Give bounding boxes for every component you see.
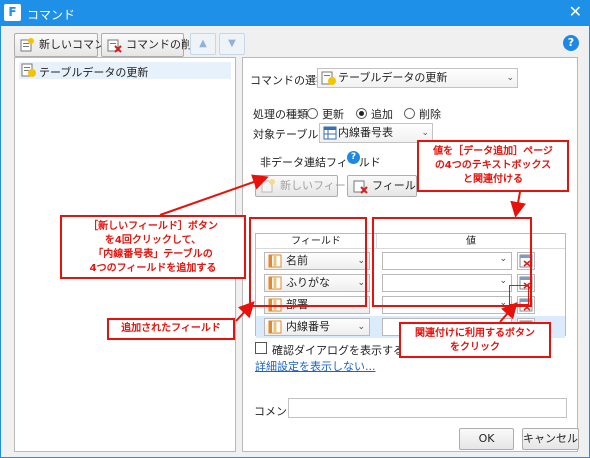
confirm-dialog-checkbox[interactable] — [255, 342, 267, 354]
cancel-button[interactable]: キャンセル — [522, 428, 579, 450]
non-data-field-label: 非データ連結フィールド — [260, 156, 381, 169]
chevron-down-icon: ⌄ — [357, 322, 365, 332]
delete-command-button[interactable]: コマンドの削除 — [101, 33, 203, 57]
radio-delete-label: 削除 — [419, 108, 441, 121]
new-command-button[interactable]: 新しいコマンド — [14, 33, 116, 57]
delete-field-button[interactable]: フィールドの削除 — [347, 175, 417, 197]
confirm-dialog-label: 確認ダイアログを表示する — [272, 344, 404, 357]
target-table-label: 対象テーブル： — [253, 128, 330, 141]
command-select-value: テーブルデータの更新 — [338, 71, 448, 84]
close-icon[interactable]: ✕ — [569, 3, 582, 21]
radio-update[interactable] — [307, 108, 318, 119]
callout-link-values: 値を［データ追加］ページ の4つのテキストボックス と関連付ける — [417, 140, 569, 192]
command-select-dropdown[interactable]: テーブルデータの更新 ⌄ — [317, 68, 518, 88]
window-title: コマンド — [27, 8, 76, 22]
table-update-icon — [321, 71, 336, 85]
down-arrow-icon: ▼ — [228, 38, 236, 49]
chevron-down-icon: ⌄ — [506, 73, 514, 83]
link-button-highlight — [509, 285, 529, 305]
app-icon: F — [4, 4, 21, 21]
new-command-icon — [20, 38, 34, 52]
command-list-item[interactable]: テーブルデータの更新 — [19, 62, 231, 79]
delete-field-label: フィールドの削除 — [372, 179, 416, 192]
command-list-item-label: テーブルデータの更新 — [39, 66, 149, 79]
radio-update-label: 更新 — [322, 108, 344, 121]
callout-add-fields: ［新しいフィールド］ボタン を4回クリックして、 「内線番号表」テーブルの 4つ… — [60, 215, 246, 279]
added-fields-highlight — [249, 217, 367, 307]
new-field-icon — [261, 179, 275, 193]
up-arrow-icon: ▲ — [199, 38, 207, 49]
radio-add-label: 追加 — [371, 108, 393, 121]
target-table-value: 内線番号表 — [338, 126, 393, 139]
value-column-highlight — [372, 217, 532, 307]
ok-button[interactable]: OK — [459, 428, 514, 450]
title-bar: F コマンド ✕ — [0, 0, 590, 26]
callout-added-fields: 追加されたフィールド — [107, 318, 235, 340]
radio-delete[interactable] — [404, 108, 415, 119]
table-update-icon — [21, 63, 36, 77]
new-field-button[interactable]: 新しいフィールド — [255, 175, 368, 197]
comment-input[interactable] — [288, 398, 567, 418]
table-icon — [323, 126, 337, 140]
advanced-settings-link[interactable]: 詳細設定を表示しない... — [255, 358, 376, 374]
help-icon[interactable]: ? — [347, 151, 360, 164]
move-down-button[interactable]: ▼ — [219, 33, 245, 55]
help-icon[interactable]: ? — [563, 35, 579, 51]
delete-field-icon — [353, 180, 368, 194]
target-table-dropdown[interactable]: 内線番号表 ⌄ — [319, 123, 433, 143]
radio-add[interactable] — [356, 108, 367, 119]
move-up-button[interactable]: ▲ — [190, 33, 216, 55]
delete-command-icon — [107, 39, 122, 53]
process-type-label: 処理の種類 — [253, 108, 308, 121]
field-name: 内線番号 — [286, 320, 330, 333]
field-icon — [268, 320, 282, 334]
field-dropdown[interactable]: 内線番号 ⌄ — [264, 318, 370, 336]
callout-link-button: 関連付けに利用するボタン をクリック — [399, 322, 551, 358]
